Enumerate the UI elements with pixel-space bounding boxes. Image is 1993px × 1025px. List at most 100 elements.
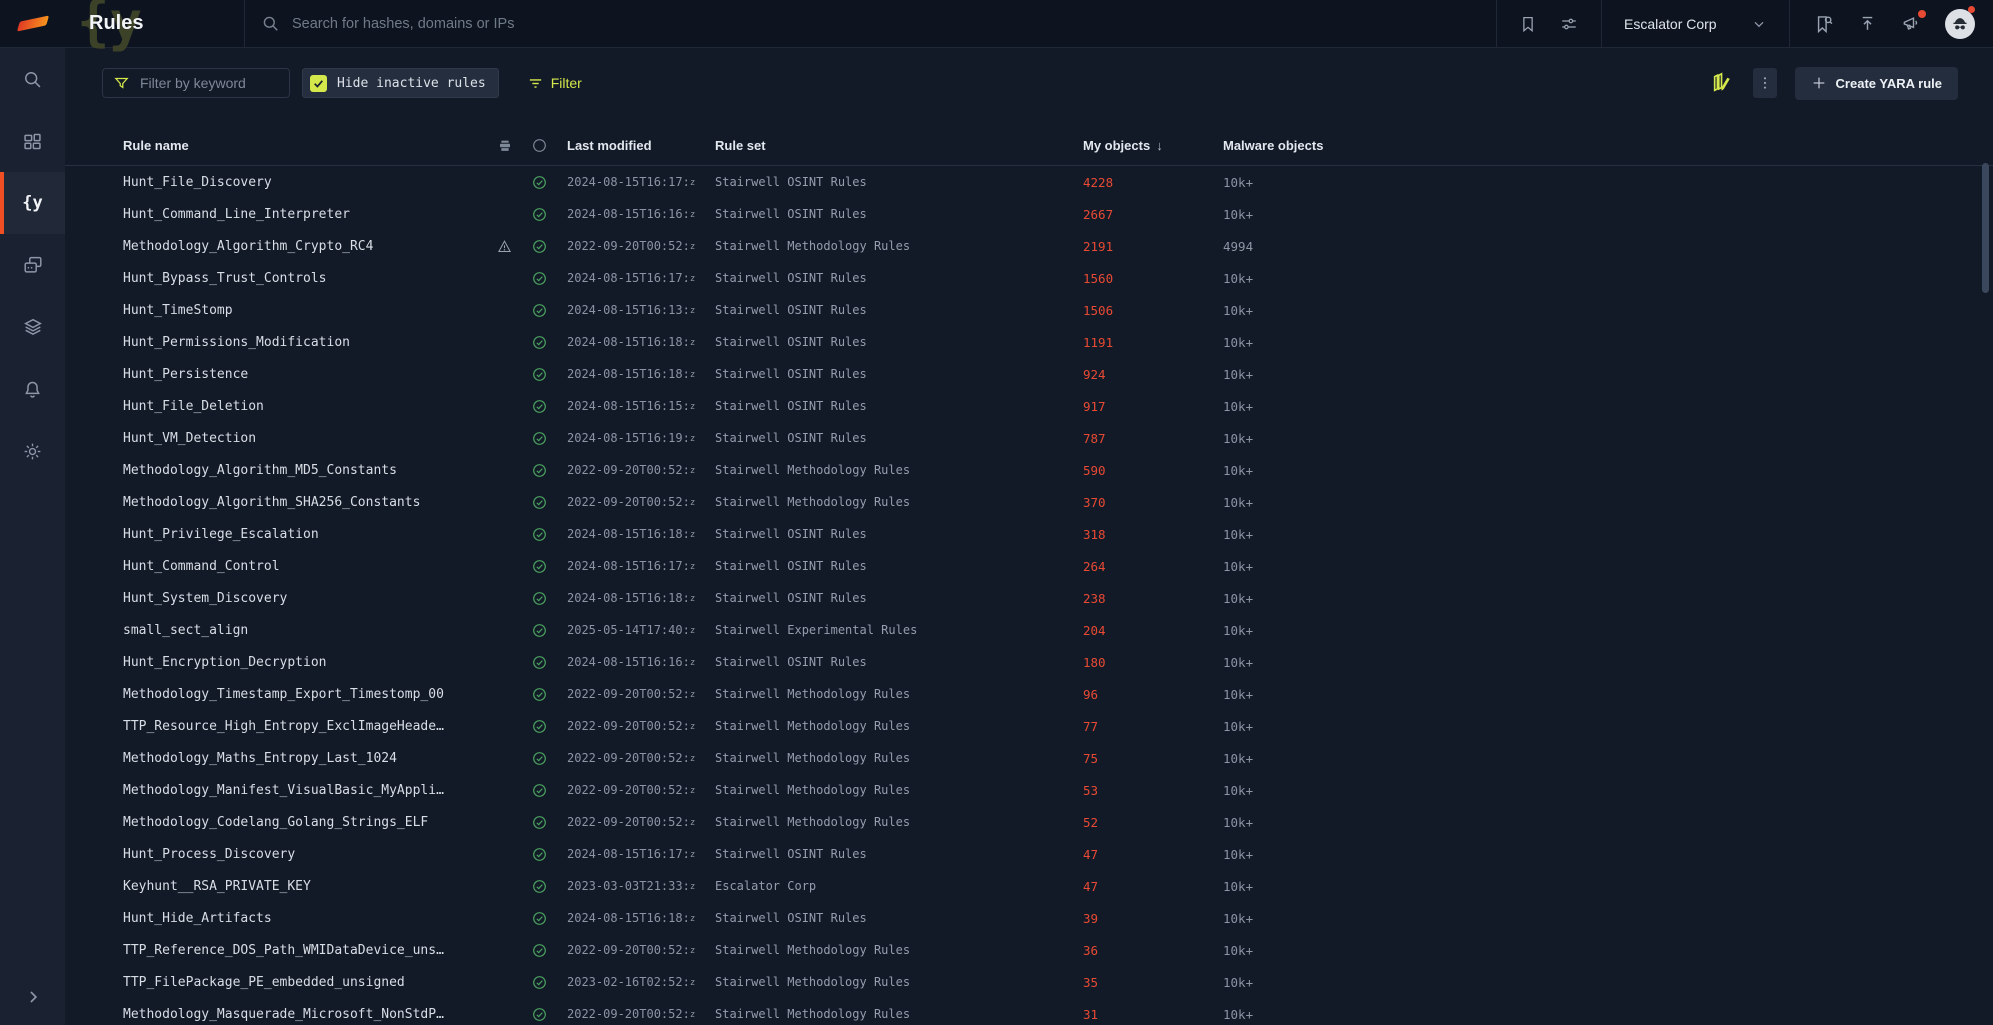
table-row[interactable]: small_sect_align 2025-05-14T17:40:z Stai…: [65, 614, 1993, 646]
sidebar-item-notifications[interactable]: [0, 358, 65, 420]
table-row[interactable]: Methodology_Timestamp_Export_Timestomp_0…: [65, 678, 1993, 710]
table-row[interactable]: Hunt_TimeStomp 2024-08-15T16:13:z Stairw…: [65, 294, 1993, 326]
active-check-icon: [531, 526, 567, 543]
column-malware-objects[interactable]: Malware objects: [1223, 138, 1993, 153]
column-my-objects[interactable]: My objects ↓: [1083, 138, 1223, 153]
sidebar-item-collections[interactable]: [0, 296, 65, 358]
my-objects-count: 31: [1083, 1006, 1099, 1022]
rule-set: Stairwell Methodology Rules: [715, 239, 911, 253]
hide-inactive-toggle[interactable]: Hide inactive rules: [302, 68, 499, 98]
table-row[interactable]: Hunt_Command_Line_Interpreter 2024-08-15…: [65, 198, 1993, 230]
table-row[interactable]: TTP_Reference_DOS_Path_WMIDataDevice_uns…: [65, 934, 1993, 966]
column-deployment[interactable]: [497, 138, 531, 154]
org-selector[interactable]: Escalator Corp: [1602, 0, 1790, 47]
bookmark-button[interactable]: [1519, 14, 1537, 34]
vertical-scrollbar-thumb[interactable]: [1982, 163, 1989, 293]
table-row[interactable]: Hunt_File_Deletion 2024-08-15T16:15:z St…: [65, 390, 1993, 422]
active-check-icon: [531, 814, 567, 831]
filter-button[interactable]: Filter: [527, 75, 582, 92]
malware-objects-count: 10k+: [1223, 174, 1254, 190]
rule-set: Stairwell OSINT Rules: [715, 559, 867, 573]
rule-name: Methodology_Algorithm_MD5_Constants: [123, 462, 397, 478]
table-row[interactable]: Hunt_Permissions_Modification 2024-08-15…: [65, 326, 1993, 358]
rule-name: TTP_FilePackage_PE_embedded_unsigned: [123, 974, 405, 990]
edit-rules-button[interactable]: [1711, 72, 1733, 94]
table-row[interactable]: TTP_Resource_High_Entropy_ExclImageHeade…: [65, 710, 1993, 742]
active-check-icon: [531, 238, 567, 255]
table-row[interactable]: Hunt_VM_Detection 2024-08-15T16:19:z Sta…: [65, 422, 1993, 454]
create-yara-rule-button[interactable]: Create YARA rule: [1794, 66, 1958, 100]
table-row[interactable]: Methodology_Algorithm_MD5_Constants 2022…: [65, 454, 1993, 486]
keyword-filter-input[interactable]: [140, 75, 270, 91]
rule-set: Stairwell Methodology Rules: [715, 783, 911, 797]
table-row[interactable]: Hunt_Privilege_Escalation 2024-08-15T16:…: [65, 518, 1993, 550]
table-row[interactable]: Hunt_System_Discovery 2024-08-15T16:18:z…: [65, 582, 1993, 614]
active-check-icon: [531, 750, 567, 767]
bell-icon: [25, 381, 40, 398]
column-rule-set[interactable]: Rule set: [715, 138, 1083, 153]
table-row[interactable]: TTP_FilePackage_PE_embedded_unsigned 202…: [65, 966, 1993, 998]
my-objects-count: 180: [1083, 654, 1106, 670]
column-last-modified[interactable]: Last modified: [567, 138, 715, 153]
rule-name: Hunt_Hide_Artifacts: [123, 910, 272, 926]
user-avatar[interactable]: [1945, 5, 1975, 39]
table-row[interactable]: Hunt_Encryption_Decryption 2024-08-15T16…: [65, 646, 1993, 678]
malware-objects-count: 10k+: [1223, 494, 1254, 510]
rule-name: Methodology_Manifest_VisualBasic_MyAppli…: [123, 782, 444, 798]
my-objects-count: 47: [1083, 846, 1099, 862]
sidebar-expand-button[interactable]: [0, 969, 65, 1025]
sidebar-item-search[interactable]: [0, 48, 65, 110]
announcements-button[interactable]: [1901, 9, 1926, 34]
table-row[interactable]: Methodology_Algorithm_SHA256_Constants 2…: [65, 486, 1993, 518]
active-check-icon: [531, 718, 567, 735]
sidebar-item-yara-rules[interactable]: {y: [0, 172, 65, 234]
sort-descending-icon: ↓: [1156, 138, 1163, 153]
table-header: Rule name Last modified Rule set My obje…: [65, 126, 1993, 166]
table-row[interactable]: Methodology_Codelang_Golang_Strings_ELF …: [65, 806, 1993, 838]
active-check-icon: [531, 302, 567, 319]
table-row[interactable]: Methodology_Maths_Entropy_Last_1024 2022…: [65, 742, 1993, 774]
table-row[interactable]: Hunt_Hide_Artifacts 2024-08-15T16:18:z S…: [65, 902, 1993, 934]
column-status[interactable]: [531, 137, 567, 154]
topbar: {y Rules Escalator Corp: [0, 0, 1993, 51]
table-row[interactable]: Hunt_Bypass_Trust_Controls 2024-08-15T16…: [65, 262, 1993, 294]
table-row[interactable]: Keyhunt__RSA_PRIVATE_KEY 2023-03-03T21:3…: [65, 870, 1993, 902]
malware-objects-count: 10k+: [1223, 782, 1254, 798]
column-rule-name[interactable]: Rule name: [123, 138, 497, 153]
sidebar-item-assets[interactable]: [0, 234, 65, 296]
upload-button[interactable]: [1858, 14, 1877, 33]
sidebar-item-dashboard[interactable]: [0, 110, 65, 172]
search-input[interactable]: [292, 15, 892, 32]
rule-set: Stairwell OSINT Rules: [715, 303, 867, 317]
more-options-button[interactable]: [1752, 68, 1777, 98]
rule-name: Hunt_VM_Detection: [123, 430, 257, 446]
rule-name: Methodology_Codelang_Golang_Strings_ELF: [123, 814, 429, 830]
last-modified: 2022-09-20T00:52:z: [567, 463, 696, 477]
table-row[interactable]: Methodology_Manifest_VisualBasic_MyAppli…: [65, 774, 1993, 806]
table-row[interactable]: Hunt_File_Discovery 2024-08-15T16:17:z S…: [65, 166, 1993, 198]
last-modified: 2024-08-15T16:17:z: [567, 559, 696, 573]
sidebar-item-settings[interactable]: [0, 420, 65, 482]
table-row[interactable]: Hunt_Persistence 2024-08-15T16:18:z Stai…: [65, 358, 1993, 390]
table-row[interactable]: Hunt_Command_Control 2024-08-15T16:17:z …: [65, 550, 1993, 582]
app-logo[interactable]: [0, 0, 65, 47]
rule-name: Methodology_Timestamp_Export_Timestomp_0…: [123, 686, 444, 702]
table-row[interactable]: Methodology_Masquerade_Microsoft_NonStdP…: [65, 998, 1993, 1025]
table-row[interactable]: Hunt_Process_Discovery 2024-08-15T16:17:…: [65, 838, 1993, 870]
my-objects-count: 35: [1083, 974, 1099, 990]
active-check-icon: [531, 782, 567, 799]
active-check-icon: [531, 494, 567, 511]
last-modified: 2022-09-20T00:52:z: [567, 495, 696, 509]
rule-set: Stairwell OSINT Rules: [715, 175, 867, 189]
rule-set: Stairwell Methodology Rules: [715, 463, 911, 477]
table-row[interactable]: Methodology_Algorithm_Crypto_RC4 2022-09…: [65, 230, 1993, 262]
my-objects-count: 204: [1083, 622, 1106, 638]
saved-searches-button[interactable]: [1814, 14, 1834, 34]
malware-objects-count: 10k+: [1223, 750, 1254, 766]
view-settings-button[interactable]: [1559, 15, 1579, 33]
my-objects-count: 2191: [1083, 238, 1114, 254]
last-modified: 2024-08-15T16:19:z: [567, 431, 696, 445]
sidebar: {y: [0, 48, 65, 1025]
active-check-icon: [531, 558, 567, 575]
last-modified: 2023-02-16T02:52:z: [567, 975, 696, 989]
